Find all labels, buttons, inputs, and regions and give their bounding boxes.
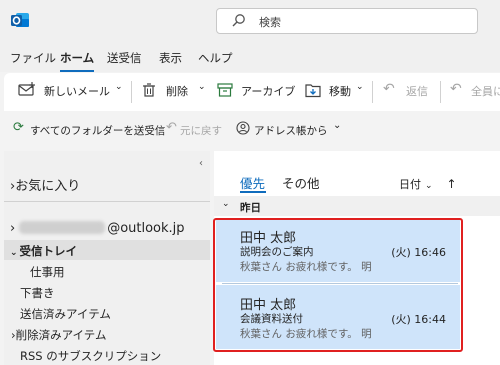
- search-box[interactable]: 検索: [216, 8, 478, 34]
- quick-actions-bar: ⟳ すべてのフォルダーを送受信 ↶ 元に戻す アドレス帳から ⌄: [4, 111, 500, 147]
- annotation-highlight-box: [213, 218, 463, 352]
- folder-drafts[interactable]: 下書き: [20, 285, 55, 301]
- reply-all-icon: ↶: [450, 81, 462, 97]
- menu-view[interactable]: 表示: [159, 50, 182, 66]
- delete-button[interactable]: 削除: [166, 83, 188, 99]
- folder-divider: [4, 201, 210, 202]
- sort-direction-icon[interactable]: ↑: [447, 177, 457, 191]
- menu-home[interactable]: ホーム: [60, 50, 94, 66]
- chevron-down-icon[interactable]: ⌄: [222, 199, 230, 209]
- chevron-down-icon[interactable]: ⌄: [115, 82, 123, 92]
- account-row[interactable]: › @outlook.jp: [10, 221, 185, 236]
- folder-sent[interactable]: 送信済みアイテム: [20, 306, 111, 322]
- sync-icon: ⟳: [13, 120, 24, 135]
- trash-icon: [142, 82, 156, 101]
- ribbon-divider: [372, 81, 373, 103]
- sort-dropdown[interactable]: 日付 ⌄ ↑: [399, 176, 457, 192]
- chevron-down-icon: ⌄: [425, 181, 433, 191]
- menu-help[interactable]: ヘルプ: [198, 50, 233, 66]
- tab-other[interactable]: その他: [282, 173, 320, 192]
- address-book-button[interactable]: アドレス帳から: [254, 123, 328, 138]
- group-label: 昨日: [240, 202, 261, 214]
- reply-icon: ↶: [383, 81, 395, 97]
- favorites-folder[interactable]: ›お気に入り: [10, 175, 80, 194]
- inbox-folder[interactable]: ⌄ 受信トレイ: [10, 243, 77, 259]
- ribbon-divider: [131, 81, 132, 103]
- more-options-icon[interactable]: ⌄: [333, 120, 341, 131]
- sort-label: 日付: [399, 178, 421, 191]
- send-receive-all-button[interactable]: すべてのフォルダーを送受信: [30, 123, 165, 138]
- folder-deleted[interactable]: ›削除済みアイテム: [11, 327, 106, 343]
- date-group-header: ⌄ 昨日: [214, 196, 500, 216]
- move-icon: [305, 82, 321, 101]
- search-icon: [231, 13, 247, 29]
- folder-work[interactable]: 仕事用: [30, 264, 65, 280]
- chevron-down-icon[interactable]: ⌄: [198, 82, 206, 92]
- ribbon-toolbar: 新しいメール ⌄ 削除 ⌄ アーカイブ 移動 ⌄ ↶ 返信 ↶ 全員に: [4, 73, 500, 111]
- ribbon-divider: [440, 81, 441, 103]
- reply-all-button[interactable]: 全員に: [471, 83, 500, 99]
- menu-file[interactable]: ファイル: [10, 50, 56, 66]
- active-menu-indicator: [60, 70, 94, 72]
- active-tab-indicator: [240, 191, 266, 193]
- menu-send-receive[interactable]: 送受信: [107, 50, 142, 66]
- search-placeholder: 検索: [259, 16, 281, 29]
- reply-button[interactable]: 返信: [406, 83, 428, 99]
- favorites-label: お気に入り: [15, 179, 81, 194]
- undo-icon: ↶: [166, 120, 177, 135]
- archive-button[interactable]: アーカイブ: [241, 83, 295, 99]
- folder-rss[interactable]: RSS のサブスクリプション: [20, 348, 161, 364]
- collapse-pane-icon[interactable]: ‹: [199, 158, 203, 169]
- outlook-logo-icon: [10, 10, 30, 30]
- inbox-label: 受信トレイ: [19, 244, 78, 258]
- new-mail-icon: [18, 82, 36, 101]
- account-domain: @outlook.jp: [107, 221, 185, 236]
- new-mail-button[interactable]: 新しいメール: [44, 83, 110, 99]
- tab-focused[interactable]: 優先: [240, 173, 265, 192]
- menu-bar: ファイル ホーム 送受信 表示 ヘルプ: [0, 42, 500, 72]
- blurred-account-name: [19, 221, 106, 234]
- move-button[interactable]: 移動: [329, 83, 351, 99]
- undo-button[interactable]: 元に戻す: [180, 123, 222, 138]
- deleted-label: 削除済みアイテム: [15, 328, 107, 342]
- chevron-down-icon[interactable]: ⌄: [356, 82, 364, 92]
- address-book-icon: [236, 121, 250, 138]
- archive-icon: [217, 82, 233, 101]
